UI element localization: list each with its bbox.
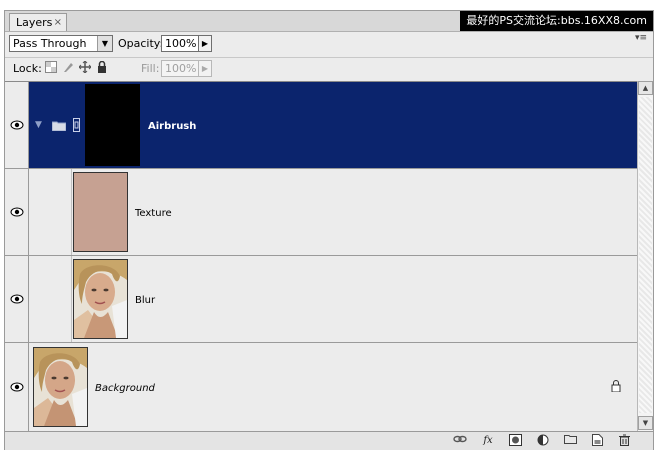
scroll-track[interactable] [639, 97, 652, 413]
divider [5, 57, 653, 58]
opacity-stepper-button[interactable]: ▶ [198, 35, 212, 52]
fill-input[interactable]: 100% [161, 60, 199, 77]
fx-icon[interactable]: fx [481, 434, 495, 447]
scroll-down-icon[interactable]: ▼ [638, 416, 653, 430]
bottom-toolbar: fx [5, 431, 653, 450]
opacity-label: Opacity: [118, 37, 164, 50]
tab-bar: Layers × 最好的PS交流论坛:bbs.16XX8.com [5, 11, 653, 32]
mask-link-icon[interactable] [73, 118, 80, 132]
new-group-icon[interactable] [563, 434, 577, 447]
expand-triangle-icon[interactable]: ▼ [35, 120, 42, 130]
portrait-image [74, 260, 127, 338]
lock-label: Lock: [13, 62, 42, 75]
fill-stepper-button[interactable]: ▶ [198, 60, 212, 77]
layer-row-texture[interactable]: Texture [5, 169, 637, 256]
layer-row-background[interactable]: Background [5, 343, 637, 432]
visibility-cell[interactable] [5, 82, 29, 168]
new-layer-icon[interactable] [590, 434, 604, 447]
portrait-image [34, 348, 87, 426]
layer-row-airbrush[interactable]: ▼ Airbrush [5, 82, 637, 169]
eye-icon[interactable] [10, 207, 24, 217]
folder-icon [52, 121, 66, 131]
lock-icon [611, 380, 621, 392]
lock-all-icon[interactable] [96, 60, 108, 73]
layers-list: ▼ Airbrush Texture Blur Background [5, 81, 637, 432]
layers-panel: Layers × 最好的PS交流论坛:bbs.16XX8.com ▾≡ Pass… [4, 10, 654, 450]
adjustment-layer-icon[interactable] [536, 434, 550, 447]
visibility-cell[interactable] [5, 169, 29, 255]
blend-mode-value: Pass Through [13, 37, 87, 50]
layer-mask-thumbnail[interactable] [85, 84, 140, 166]
indent-cell [29, 256, 72, 342]
tab-label: Layers [16, 16, 53, 29]
visibility-cell[interactable] [5, 256, 29, 342]
scroll-up-icon[interactable]: ▲ [638, 81, 653, 95]
layer-name[interactable]: Texture [135, 208, 172, 219]
close-icon[interactable]: × [54, 14, 62, 31]
chevron-down-icon[interactable]: ▼ [97, 36, 112, 51]
tab-layers[interactable]: Layers × [9, 13, 67, 31]
lock-transparent-icon[interactable] [45, 61, 57, 73]
eye-icon[interactable] [10, 382, 24, 392]
visibility-cell[interactable] [5, 343, 29, 432]
lock-position-icon[interactable] [78, 60, 92, 74]
link-icon[interactable] [453, 434, 467, 447]
trash-icon[interactable] [617, 434, 631, 447]
opacity-input[interactable]: 100% [161, 35, 199, 52]
indent-cell [29, 169, 72, 255]
fill-label: Fill: [141, 62, 160, 75]
layer-thumbnail[interactable] [73, 172, 128, 252]
panel-menu-icon[interactable]: ▾≡ [635, 33, 647, 43]
layer-name[interactable]: Background [95, 383, 155, 394]
layer-name[interactable]: Blur [135, 295, 155, 306]
layer-row-blur[interactable]: Blur [5, 256, 637, 343]
lock-pixels-icon[interactable] [62, 61, 74, 73]
layer-name[interactable]: Airbrush [148, 121, 196, 132]
eye-icon[interactable] [10, 120, 24, 130]
layer-thumbnail[interactable] [33, 347, 88, 427]
vertical-scrollbar[interactable]: ▲ ▼ [637, 81, 653, 431]
layer-thumbnail[interactable] [73, 259, 128, 339]
watermark: 最好的PS交流论坛:bbs.16XX8.com [460, 11, 653, 31]
add-mask-icon[interactable] [508, 434, 522, 447]
eye-icon[interactable] [10, 294, 24, 304]
blend-mode-select[interactable]: Pass Through ▼ [9, 35, 113, 52]
